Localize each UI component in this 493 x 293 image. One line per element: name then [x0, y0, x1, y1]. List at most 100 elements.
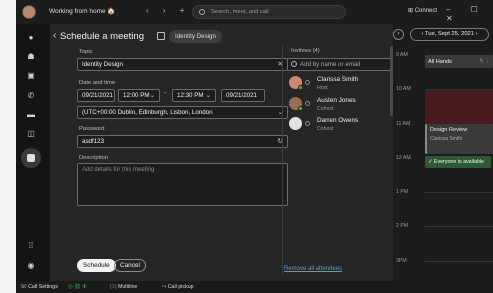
call-pickup-button[interactable]: ⤳ Call pickup: [162, 284, 194, 291]
apps-icon[interactable]: ⁞⁞: [25, 240, 37, 250]
invitee-role: Host: [317, 85, 328, 91]
call-pickup-label: Call pickup: [167, 284, 194, 290]
start-time-select[interactable]: 12:00 PM ⌄: [118, 89, 160, 102]
availability-text: Everyone is available: [433, 159, 484, 165]
call-settings-button[interactable]: ☏ Call Settings: [20, 284, 58, 290]
end-time-value: 12:30 PM: [177, 92, 204, 99]
invitee-name: Clarissa Smith: [317, 76, 359, 83]
password-label: Password: [79, 126, 105, 132]
invitee-row[interactable]: Darren Owens Cohost: [289, 116, 389, 136]
avatar: [289, 117, 302, 130]
status-ring-icon: [305, 101, 310, 106]
datetime-label: Date and time: [79, 80, 116, 86]
connect-button[interactable]: ⊞ Connect: [408, 7, 437, 14]
search-icon: [291, 61, 297, 67]
availability-banner: ✓ Everyone is available: [425, 156, 491, 168]
history-nav[interactable]: ‹ › +: [146, 6, 190, 15]
end-time-select[interactable]: 12:30 PM ⌄: [172, 89, 216, 102]
topic-field[interactable]: Identity Design ✕: [77, 58, 288, 71]
multiline-label: Multiline: [117, 284, 138, 290]
calendar-nav-icon[interactable]: [21, 148, 41, 168]
call-settings-icon: ☏: [20, 284, 29, 290]
meetings-icon[interactable]: ▬: [25, 109, 37, 119]
range-dash: -: [164, 90, 167, 97]
call-settings-label: Call Settings: [28, 284, 58, 290]
status-label: Working from home: [49, 8, 106, 15]
title-bar: Working from home 🏠 ‹ › + Search, meet, …: [16, 0, 493, 24]
status-ring-icon: [305, 80, 310, 85]
status-message[interactable]: Working from home 🏠: [49, 7, 116, 15]
search-icon: [199, 9, 205, 15]
space-badge[interactable]: Identity Design: [169, 30, 222, 43]
remove-all-link[interactable]: Remove all attendees: [284, 266, 342, 272]
hour-label: 9 AM: [396, 52, 408, 58]
search-placeholder: Search, meet, and call: [211, 9, 269, 15]
teams-icon[interactable]: ☗: [25, 51, 37, 61]
chevron-down-icon: ⌄: [205, 92, 211, 99]
user-avatar[interactable]: [22, 5, 36, 19]
calendar-date-picker[interactable]: ‹ Tue, Sept 25, 2021 ›: [410, 28, 489, 41]
invitee-row[interactable]: Austen Jones Cohost: [289, 96, 389, 116]
presence-icon: [298, 106, 303, 111]
password-value: asdf123: [82, 138, 105, 145]
invitees-title: Invitees (4): [291, 48, 320, 54]
calling-icon[interactable]: ✆: [25, 90, 37, 100]
call-status-icons[interactable]: ◎ ⛓ ✣: [68, 284, 87, 290]
whiteboard-icon[interactable]: ◫: [25, 128, 37, 138]
description-label: Description: [79, 155, 108, 161]
calendar-event[interactable]: All Hands ↻ ⋮: [425, 55, 493, 68]
chevron-down-icon: ⌄: [149, 92, 155, 99]
hour-line: [425, 226, 493, 227]
event-title: All Hands: [428, 59, 452, 65]
hour-label: 11 AM: [396, 121, 411, 127]
window-controls[interactable]: – ☐ ✕: [446, 5, 493, 23]
invitee-search-placeholder: Add by name or email: [300, 61, 361, 68]
hour-label: 10 AM: [396, 86, 411, 92]
hour-label: 12 AM: [396, 155, 411, 161]
back-chevron-icon[interactable]: ‹: [53, 30, 56, 41]
hour-label: 2 PM: [396, 223, 409, 229]
topic-label: Topic: [79, 49, 93, 55]
dialog-title: Schedule a meeting: [60, 31, 144, 42]
calendar-pane: › ‹ Tue, Sept 25, 2021 › 9 AM 10 AM 11 A…: [393, 24, 493, 281]
house-icon: 🏠: [107, 8, 116, 15]
description-field[interactable]: Add details for this meeting: [77, 163, 288, 206]
search-input[interactable]: Search, meet, and call: [192, 5, 346, 19]
invitee-role: Cohost: [317, 106, 334, 112]
multiline-button[interactable]: (1) Multiline: [110, 284, 137, 290]
start-date-field[interactable]: 09/21/2021: [77, 89, 115, 102]
hour-line: [425, 261, 493, 262]
hour-line: [425, 192, 493, 193]
hour-label: 3PM: [396, 258, 407, 264]
schedule-button[interactable]: Schedule: [77, 259, 116, 272]
calendar-icon: [157, 32, 165, 40]
timezone-select[interactable]: (UTC+00:00 Dublin, Edinburgh, Lisbon, Lo…: [77, 106, 288, 119]
timezone-value: (UTC+00:00 Dublin, Edinburgh, Lisbon, Lo…: [82, 109, 213, 116]
status-ring-icon: [305, 121, 310, 126]
left-rail: ● ☗ ▣ ✆ ▬ ◫ ⁞⁞ ◉: [16, 24, 46, 281]
presence-icon: [298, 85, 303, 90]
section-divider: [282, 46, 283, 274]
start-time-value: 12:00 PM: [123, 92, 150, 99]
help-icon[interactable]: ◉: [25, 260, 37, 270]
next-day-icon[interactable]: ›: [474, 31, 478, 37]
invitee-row[interactable]: Clarissa Smith Host: [289, 75, 389, 95]
bottom-bar: ☏ Call Settings ◎ ⛓ ✣ (1) Multiline ⤳ Ca…: [16, 281, 493, 293]
recurring-icon: ↻ ⋮: [479, 58, 490, 64]
invitee-role: Cohost: [317, 126, 334, 132]
invitee-name: Austen Jones: [317, 97, 356, 104]
event-organizer: Clarissa Smith: [430, 136, 463, 142]
busy-block: [425, 90, 493, 124]
calendar-event[interactable]: Design Review Clarissa Smith: [425, 124, 493, 154]
hour-label: 1 PM: [396, 189, 409, 195]
webex-app-window: Working from home 🏠 ‹ › + Search, meet, …: [16, 0, 493, 293]
password-field[interactable]: asdf123 ↻: [77, 135, 288, 148]
cancel-button[interactable]: Cancel: [114, 259, 146, 272]
invitee-search-input[interactable]: Add by name or email: [287, 58, 391, 71]
panel-toggle-icon[interactable]: ›: [393, 29, 404, 40]
end-date-field[interactable]: 09/21/2021: [221, 89, 265, 102]
calendar-date: Tue, Sept 25, 2021: [424, 31, 474, 37]
event-title: Design Review: [430, 127, 468, 133]
messaging-icon[interactable]: ●: [25, 32, 37, 42]
contacts-icon[interactable]: ▣: [25, 70, 37, 80]
